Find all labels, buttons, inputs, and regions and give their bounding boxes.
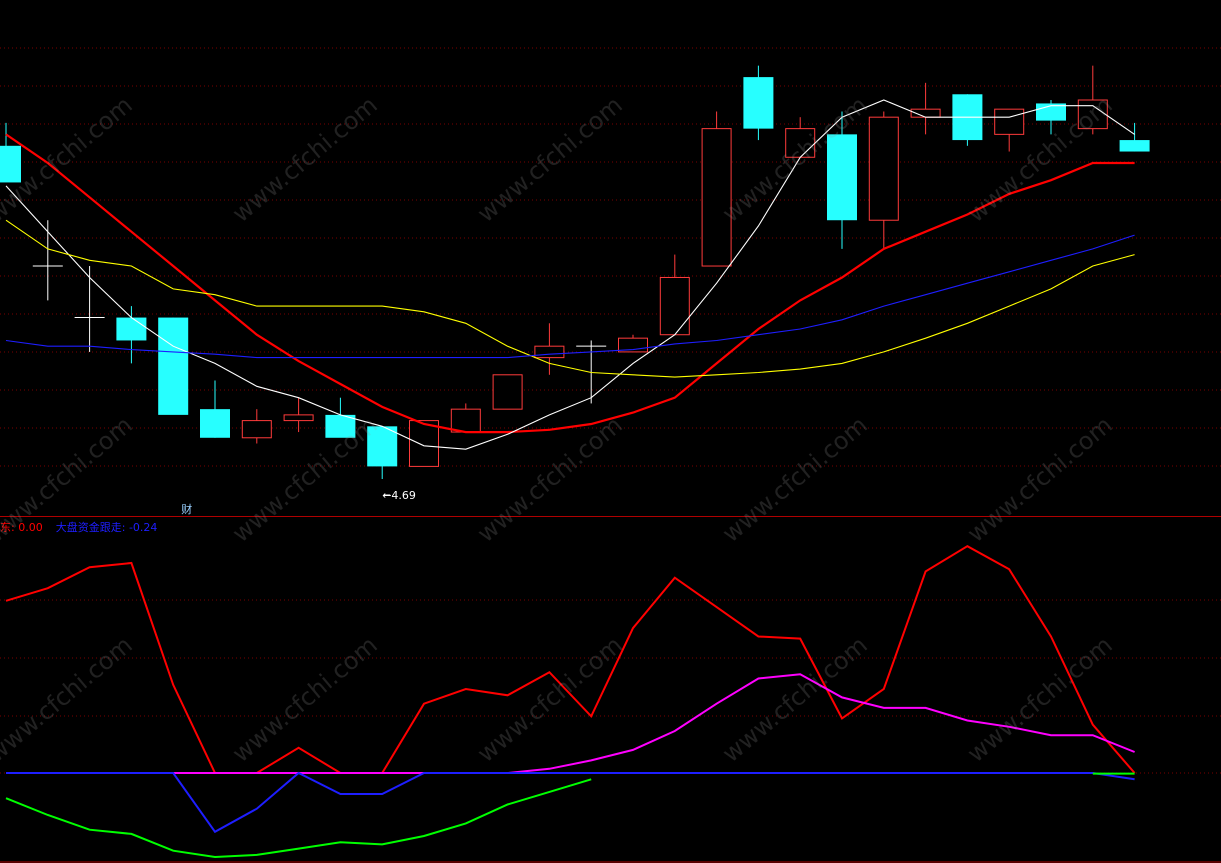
chart-area: ←4.69 财 东: 0.00 大盘资金跟走: -0.24 www.cfchi.c…: [0, 0, 1221, 863]
candle-body: [659, 276, 690, 336]
indicator-line: [5, 545, 1136, 774]
candle-body: [534, 345, 565, 359]
candle-body: [827, 134, 857, 221]
legend-value-2: -0.24: [128, 521, 158, 534]
indicator-line: [6, 771, 1135, 834]
candle-body: [868, 116, 899, 221]
indicator-legend: 东: 0.00 大盘资金跟走: -0.24: [0, 521, 158, 534]
legend-value-1: 0.00: [18, 521, 43, 534]
candle-body: [283, 414, 314, 422]
legend-label-2: 大盘资金跟走:: [55, 521, 126, 534]
candle-body: [743, 77, 774, 129]
candle-body: [450, 408, 481, 433]
finance-marker: 财: [181, 502, 192, 516]
candle-body: [367, 426, 398, 467]
candle-body: [785, 128, 816, 158]
candle-body: [158, 317, 189, 415]
candle-body: [994, 108, 1025, 135]
candle-body: [409, 420, 439, 467]
candle-body: [492, 374, 523, 410]
candle-body: [116, 317, 147, 341]
candlestick-chart: ←4.69 财: [0, 47, 1221, 863]
candle-body: [200, 409, 230, 438]
indicator-line: [5, 778, 592, 859]
candle-body: [1119, 140, 1150, 152]
candle-body: [1077, 99, 1108, 130]
candle-body: [241, 420, 272, 439]
candle-body: [701, 128, 732, 267]
legend-label-1: 东: [0, 521, 11, 534]
low-price-label: ←4.69: [382, 489, 416, 502]
candle-body: [0, 145, 21, 183]
